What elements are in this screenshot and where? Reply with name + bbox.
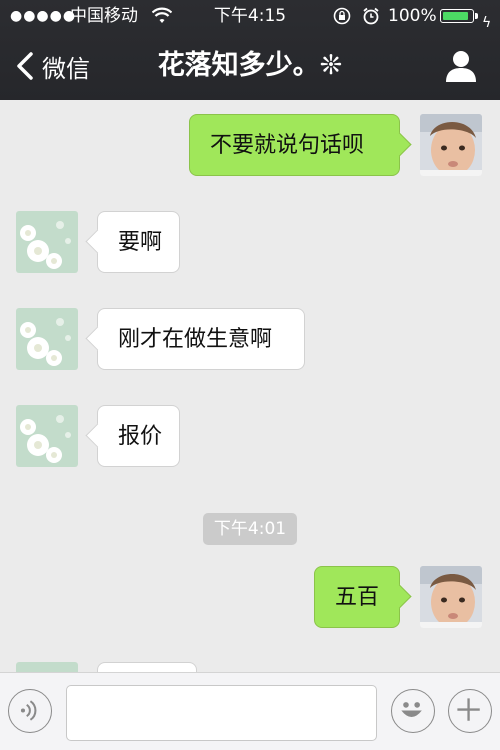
- nav-bar: 微信 花落知多少。❊: [0, 32, 500, 100]
- status-bar: ●●●●● 中国移动 下午4:15 100% ϟ: [0, 0, 500, 32]
- chat-title: 花落知多少。❊: [157, 50, 343, 81]
- message-bubble-incoming[interactable]: 刚才在做生意啊: [97, 308, 305, 370]
- message-bubble-incoming[interactable]: [97, 662, 197, 672]
- alarm-icon: [363, 7, 379, 25]
- message-bubble-incoming[interactable]: 要啊: [97, 211, 180, 273]
- time-divider: 下午4:01: [203, 513, 297, 545]
- child-avatar[interactable]: [420, 114, 482, 176]
- message-bubble-incoming[interactable]: 报价: [97, 405, 180, 467]
- message-list[interactable]: 不要就说句话呗 要啊 刚才在做生意啊 报价 下午4:01 五百: [0, 100, 500, 672]
- message-text: 五百: [335, 585, 380, 610]
- battery-icon: [440, 9, 478, 23]
- daisy-avatar[interactable]: [16, 308, 78, 370]
- daisy-avatar[interactable]: [16, 662, 78, 672]
- voice-icon: [20, 700, 37, 721]
- message-input[interactable]: [66, 685, 377, 741]
- message-text: 刚才在做生意啊: [118, 327, 273, 352]
- message-bubble-outgoing[interactable]: 不要就说句话呗: [189, 114, 400, 176]
- battery-fill: [443, 12, 468, 20]
- message-bubble-outgoing[interactable]: 五百: [314, 566, 400, 628]
- person-icon[interactable]: [444, 49, 478, 83]
- daisy-avatar[interactable]: [16, 405, 78, 467]
- daisy-avatar[interactable]: [16, 211, 78, 273]
- message-text: 要啊: [118, 230, 163, 255]
- child-avatar[interactable]: [420, 566, 482, 628]
- voice-button[interactable]: [8, 689, 52, 733]
- battery-percent: 100%: [388, 6, 437, 26]
- header: ●●●●● 中国移动 下午4:15 100% ϟ 微信 花落知多少。❊: [0, 0, 500, 100]
- input-bar: [0, 672, 500, 750]
- rotation-lock-icon: [333, 7, 351, 25]
- emoji-button[interactable]: [391, 689, 435, 733]
- message-text: 不要就说句话呗: [210, 133, 365, 158]
- plus-icon: [457, 698, 480, 721]
- more-button[interactable]: [448, 689, 492, 733]
- emoji-icon: [401, 702, 422, 718]
- message-text: 报价: [118, 424, 163, 449]
